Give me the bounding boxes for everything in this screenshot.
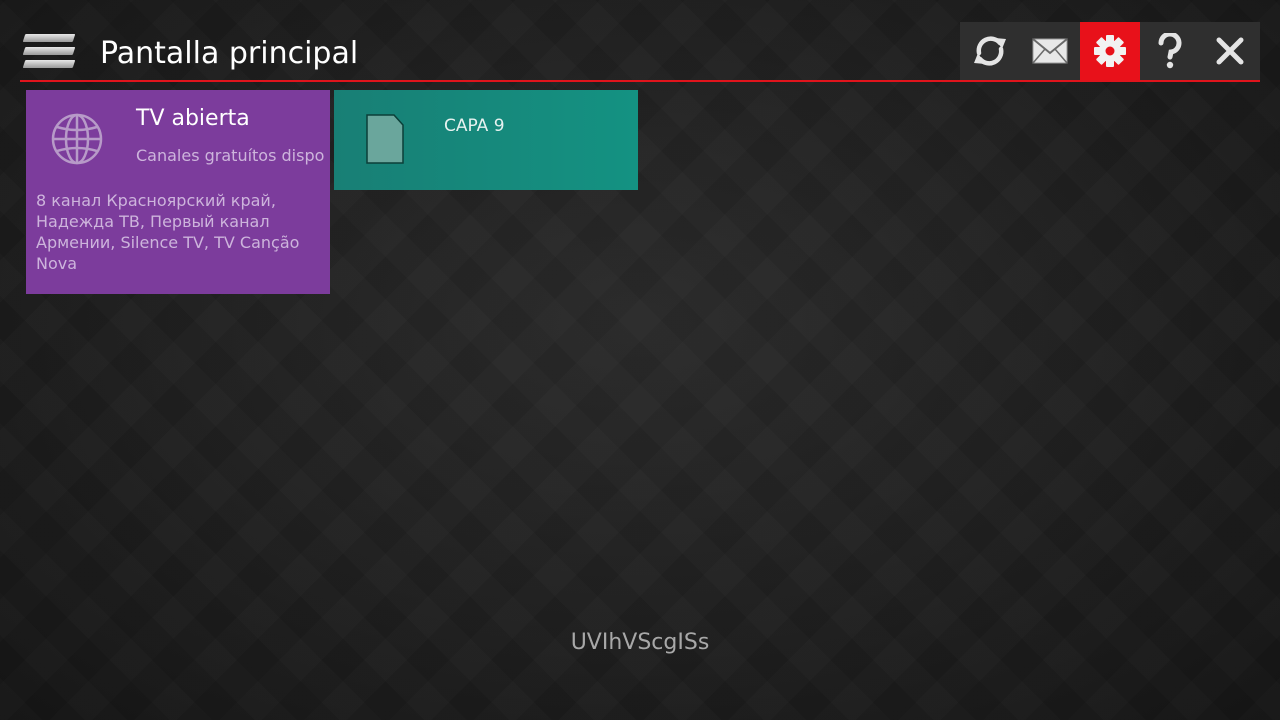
help-button[interactable] [1140,22,1200,80]
header-bar: Pantalla principal [20,22,1260,82]
messages-button[interactable] [1020,22,1080,80]
tile-capa-9[interactable]: CAPA 9 [334,90,638,190]
gear-icon [1094,35,1126,67]
tile-description: 8 канал Красноярский край, Надежда ТВ, П… [36,191,300,273]
toolbar [960,22,1260,80]
settings-button[interactable] [1080,22,1140,80]
envelope-icon [1032,38,1068,64]
hamburger-menu-icon[interactable] [22,34,76,70]
close-button[interactable] [1200,22,1260,80]
question-icon [1158,33,1182,69]
tile-subtitle: Canales gratuítos dispo [136,146,325,165]
refresh-icon [974,36,1006,66]
page-title: Pantalla principal [100,36,359,71]
device-code: UVIhVScgISs [570,630,710,655]
tile-title: TV abierta [136,106,250,131]
close-icon [1216,37,1244,65]
refresh-button[interactable] [960,22,1020,80]
sd-card-icon [366,114,404,164]
tile-tv-abierta[interactable]: TV abierta Canales gratuítos dispo 8 кан… [26,90,330,294]
globe-icon [51,113,103,165]
tile-title: CAPA 9 [444,116,505,136]
